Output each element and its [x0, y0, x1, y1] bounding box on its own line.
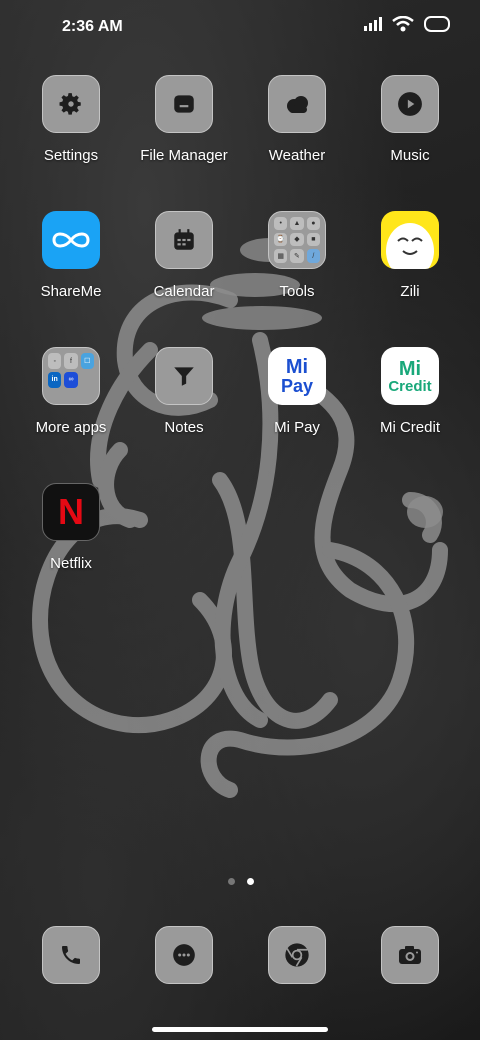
netflix-logo: N — [42, 483, 100, 541]
cloud-icon — [268, 75, 326, 133]
app-label: Tools — [279, 283, 315, 300]
app-mi-pay[interactable]: Mi Pay Mi Pay — [247, 347, 347, 436]
zili-face-icon — [381, 211, 439, 269]
status-icons — [364, 16, 450, 32]
wifi-icon — [392, 16, 414, 32]
app-settings[interactable]: Settings — [21, 75, 121, 164]
gear-icon — [42, 75, 100, 133]
phone-icon — [42, 926, 100, 984]
app-mi-credit[interactable]: Mi Credit Mi Credit — [360, 347, 460, 436]
status-bar: 2:36 AM — [0, 0, 480, 56]
home-gesture-bar[interactable] — [152, 1027, 328, 1032]
app-label: Mi Credit — [379, 419, 440, 436]
funnel-icon — [155, 347, 213, 405]
dock-camera[interactable] — [381, 926, 439, 984]
dock-messages[interactable] — [155, 926, 213, 984]
apps-folder-icon: ◦ f ☐ in ∞ — [42, 347, 100, 405]
app-zili[interactable]: Zili — [360, 211, 460, 300]
page-indicator — [228, 878, 254, 885]
camera-icon — [381, 926, 439, 984]
chat-icon — [155, 926, 213, 984]
app-label: Zili — [400, 283, 420, 300]
app-label: More apps — [35, 419, 107, 436]
calendar-icon — [155, 211, 213, 269]
page-dot-active[interactable] — [247, 878, 254, 885]
mi-logo-text: Mi — [285, 356, 309, 378]
infinity-icon — [42, 211, 100, 269]
app-label: Calendar — [153, 283, 215, 300]
dock-browser[interactable] — [268, 926, 326, 984]
folder-tools[interactable]: • ▲ ● ⌚ ◆ ■ ▦ ✎ / Tools — [247, 211, 347, 300]
play-icon — [381, 75, 439, 133]
chrome-icon — [268, 926, 326, 984]
credit-logo-text: Credit — [388, 377, 432, 395]
page-dot[interactable] — [228, 878, 235, 885]
app-file-manager[interactable]: File Manager — [134, 75, 234, 164]
app-netflix[interactable]: N Netflix — [21, 483, 121, 572]
signal-icon — [364, 17, 382, 31]
app-label: Weather — [268, 147, 326, 164]
mi-credit-logo: Mi Credit — [381, 347, 439, 405]
pay-logo-text: Pay — [280, 376, 314, 396]
app-label: Mi Pay — [274, 419, 320, 436]
folder-icon — [155, 75, 213, 133]
app-label: File Manager — [140, 147, 228, 164]
app-calendar[interactable]: Calendar — [134, 211, 234, 300]
folder-more-apps[interactable]: ◦ f ☐ in ∞ More apps — [21, 347, 121, 436]
mi-logo-text: Mi — [398, 357, 422, 380]
clock: 2:36 AM — [62, 18, 123, 35]
battery-icon — [424, 16, 450, 32]
app-shareme[interactable]: ShareMe — [21, 211, 121, 300]
app-notes[interactable]: Notes — [134, 347, 234, 436]
app-label: Netflix — [50, 555, 92, 572]
app-music[interactable]: Music — [360, 75, 460, 164]
app-label: Settings — [43, 147, 99, 164]
app-label: ShareMe — [40, 283, 102, 300]
tools-folder-icon: • ▲ ● ⌚ ◆ ■ ▦ ✎ / — [268, 211, 326, 269]
app-weather[interactable]: Weather — [247, 75, 347, 164]
dock-phone[interactable] — [42, 926, 100, 984]
netflix-logo-text: N — [58, 491, 84, 532]
app-label: Music — [390, 147, 430, 164]
app-label: Notes — [164, 419, 204, 436]
mi-pay-logo: Mi Pay — [268, 347, 326, 405]
